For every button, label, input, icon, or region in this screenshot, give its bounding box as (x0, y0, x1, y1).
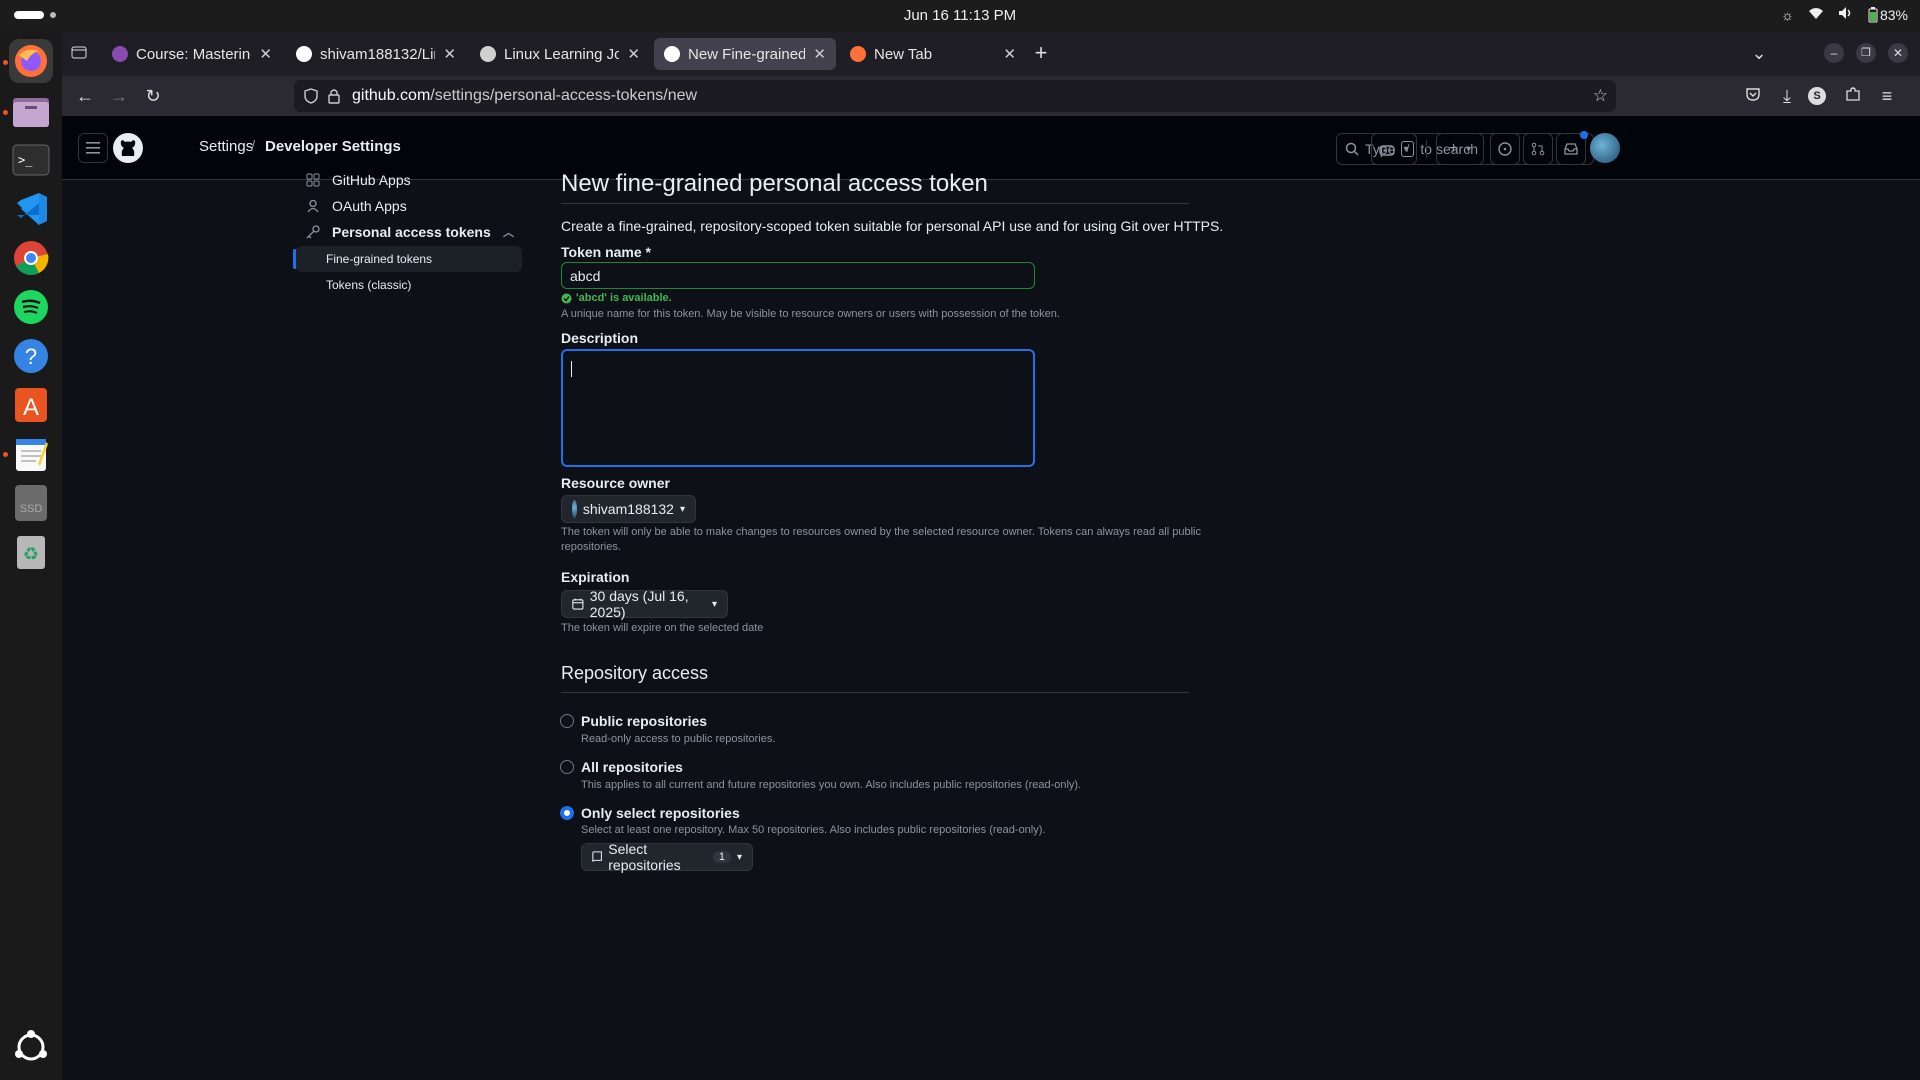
calendar-icon (572, 598, 584, 610)
token-name-status: 'abcd' is available. (561, 292, 672, 304)
sidebar-item-github-apps[interactable]: GitHub Apps (296, 167, 522, 193)
resource-owner-dropdown[interactable]: shivam188132 ▾ (561, 495, 696, 523)
resource-owner-hint-line1: The token will only be able to make chan… (561, 526, 1201, 538)
firefox-window: Course: Mastering Linux: ✕ shivam188132/… (62, 32, 1920, 1080)
repo-icon (592, 851, 602, 862)
sidebar-item-personal-access-tokens[interactable]: Personal access tokens ︿ (296, 219, 522, 245)
resource-owner-hint-line2: repositories. (561, 541, 621, 553)
token-name-input[interactable]: abcd (561, 262, 1035, 289)
token-name-hint: A unique name for this token. May be vis… (561, 308, 1060, 320)
page-content: GitHub Apps OAuth Apps Personal access t… (0, 0, 1920, 1080)
check-circle-icon (561, 293, 572, 303)
key-icon (306, 225, 322, 239)
page-title: New fine-grained personal access token (561, 170, 988, 197)
radio-only-select-repositories[interactable] (560, 806, 574, 820)
repository-access-heading: Repository access (561, 663, 709, 683)
apps-grid-icon (306, 173, 322, 187)
sidebar-item-fine-grained-tokens[interactable]: Fine-grained tokens (296, 246, 522, 272)
resource-owner-label: Resource owner (561, 475, 670, 491)
sidebar-item-tokens-classic[interactable]: Tokens (classic) (296, 272, 522, 298)
only-select-repositories-hint: Select at least one repository. Max 50 r… (581, 824, 1046, 836)
expiration-hint: The token will expire on the selected da… (561, 622, 764, 634)
description-textarea[interactable] (561, 349, 1035, 467)
repo-access-divider (561, 692, 1189, 693)
token-name-label: Token name * (561, 244, 651, 260)
public-repositories-label[interactable]: Public repositories (581, 713, 707, 729)
chevron-down-icon: ▾ (711, 598, 717, 610)
chevron-up-icon[interactable]: ︿ (503, 224, 514, 240)
radio-all-repositories[interactable] (560, 760, 574, 774)
public-repositories-hint: Read-only access to public repositories. (581, 733, 776, 745)
person-icon (306, 199, 322, 213)
expiration-dropdown[interactable]: 30 days (Jul 16, 2025) ▾ (561, 588, 728, 620)
form-intro: Create a fine-grained, repository-scoped… (561, 218, 1224, 234)
expiration-label: Expiration (561, 569, 630, 585)
select-repositories-button[interactable]: Select repositories 1 ▾ (581, 841, 753, 873)
sidebar-item-oauth-apps[interactable]: OAuth Apps (296, 193, 522, 219)
text-cursor (571, 361, 572, 377)
all-repositories-label[interactable]: All repositories (581, 759, 683, 775)
chevron-down-icon: ▾ (679, 503, 685, 515)
chevron-down-icon: ▾ (736, 851, 742, 863)
only-select-repositories-label[interactable]: Only select repositories (581, 805, 740, 821)
radio-public-repositories[interactable] (560, 714, 574, 728)
description-label: Description (561, 330, 639, 346)
title-divider (561, 203, 1189, 204)
all-repositories-hint: This applies to all current and future r… (581, 779, 1082, 791)
owner-avatar (572, 500, 577, 518)
selected-repo-count: 1 (712, 851, 731, 863)
